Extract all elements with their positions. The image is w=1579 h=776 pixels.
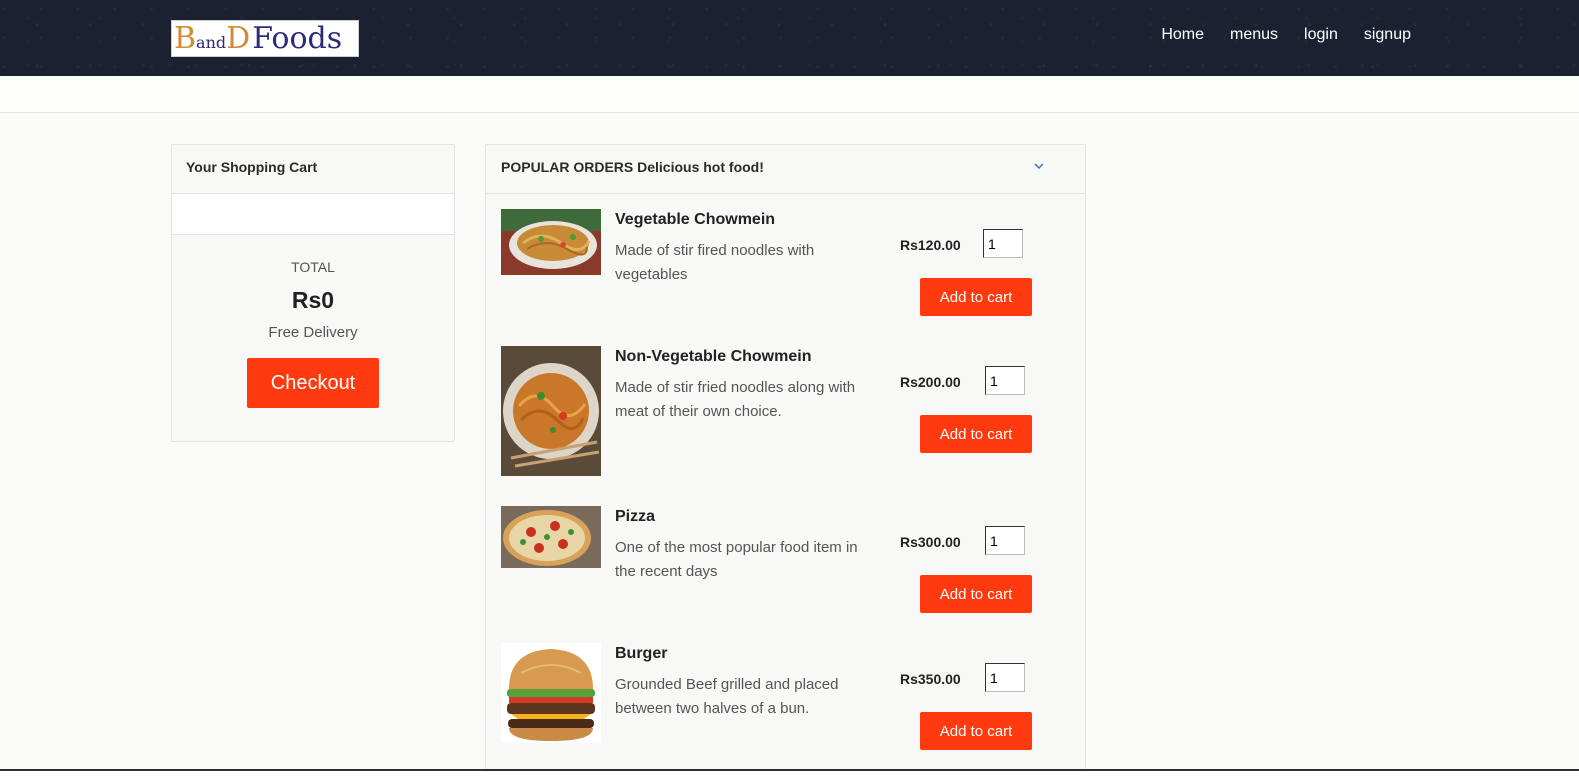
item-name: Pizza	[615, 508, 656, 525]
shopping-cart-card: Your Shopping Cart TOTAL Rs0 Free Delive…	[171, 144, 455, 442]
add-to-cart-button[interactable]: Add to cart	[920, 415, 1032, 453]
main-nav: Home menus login signup	[1161, 24, 1411, 46]
nav-login-link[interactable]: login	[1304, 24, 1338, 46]
orders-title: POPULAR ORDERS Delicious hot food!	[501, 159, 764, 175]
cart-title: Your Shopping Cart	[172, 145, 454, 194]
logo-letter-b: B	[174, 21, 197, 56]
chevron-down-icon[interactable]	[1033, 160, 1047, 174]
brand-logo[interactable]: B and D Foods	[171, 20, 359, 57]
non-vegetable-chowmein-image	[501, 346, 601, 476]
cart-summary: TOTAL Rs0 Free Delivery Checkout	[172, 235, 454, 408]
item-price: Rs300.00	[900, 534, 961, 550]
item-name: Vegetable Chowmein	[615, 211, 776, 228]
burger-image	[501, 643, 601, 743]
item-description: One of the most popular food item in the…	[615, 539, 858, 580]
delivery-note: Free Delivery	[268, 324, 358, 341]
item-name: Non-Vegetable Chowmein	[615, 348, 812, 365]
nav-menus-link[interactable]: menus	[1230, 24, 1278, 46]
logo-and: and	[196, 33, 227, 52]
item-price: Rs350.00	[900, 671, 961, 687]
logo-foods: Foods	[252, 21, 343, 56]
cart-items-list	[172, 194, 454, 235]
popular-orders-card: POPULAR ORDERS Delicious hot food! Veget…	[485, 144, 1086, 776]
item-description: Made of stir fired noodles with vegetabl…	[615, 242, 815, 283]
add-to-cart-button[interactable]: Add to cart	[920, 712, 1032, 750]
add-to-cart-button[interactable]: Add to cart	[920, 278, 1032, 316]
item-description: Grounded Beef grilled and placed between…	[615, 676, 839, 717]
total-value: Rs0	[291, 287, 335, 313]
quantity-input[interactable]	[985, 663, 1025, 692]
item-description: Made of stir fried noodles along with me…	[615, 379, 856, 420]
quantity-input[interactable]	[985, 366, 1025, 395]
add-to-cart-button[interactable]: Add to cart	[920, 575, 1032, 613]
nav-signup-link[interactable]: signup	[1364, 24, 1411, 46]
total-label: TOTAL	[291, 259, 335, 275]
checkout-button[interactable]: Checkout	[247, 358, 379, 408]
top-navbar: B and D Foods Home menus login signup	[0, 0, 1579, 76]
quantity-input[interactable]	[985, 526, 1025, 555]
item-name: Burger	[615, 645, 668, 662]
orders-header[interactable]: POPULAR ORDERS Delicious hot food!	[486, 145, 1085, 194]
logo-letter-d: D	[226, 21, 251, 56]
item-price: Rs120.00	[900, 237, 961, 253]
sub-header-strip	[0, 76, 1579, 113]
pizza-image	[501, 506, 601, 568]
quantity-input[interactable]	[983, 229, 1023, 258]
item-price: Rs200.00	[900, 374, 961, 390]
vegetable-chowmein-image	[501, 209, 601, 275]
nav-home-link[interactable]: Home	[1161, 24, 1204, 46]
window-bottom-edge	[0, 769, 1579, 776]
